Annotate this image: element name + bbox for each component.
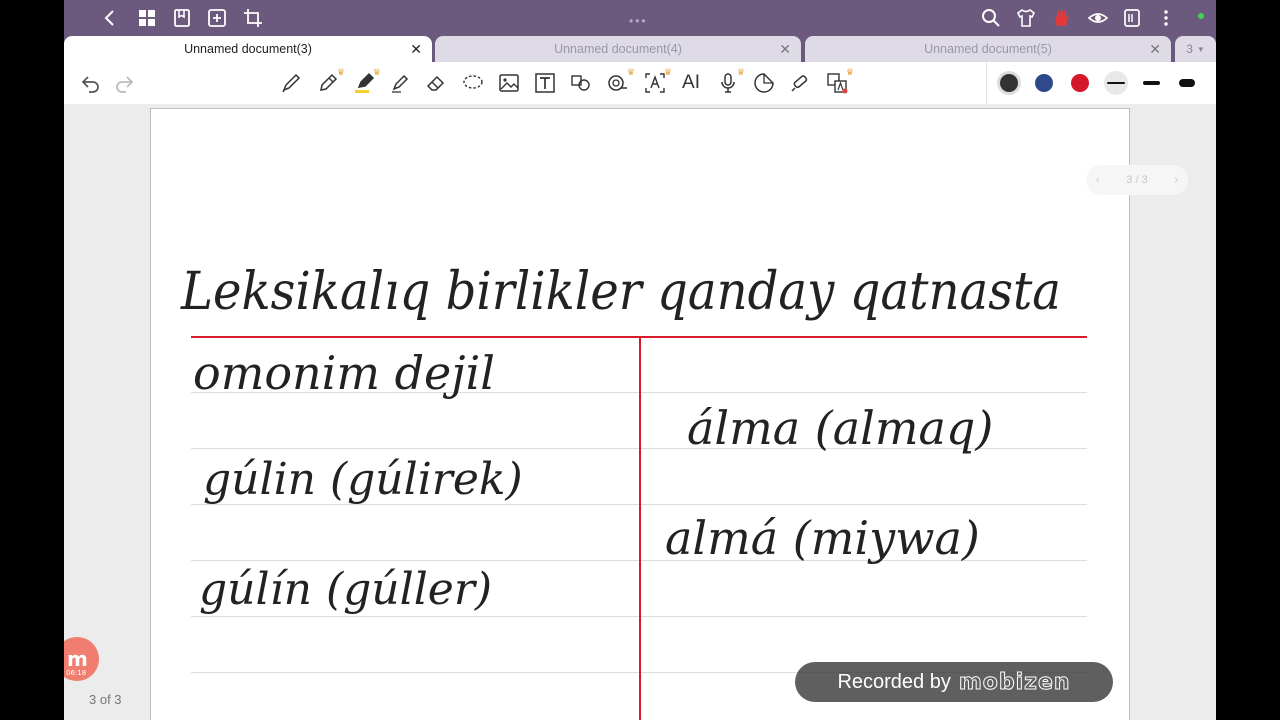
reader-icon[interactable] bbox=[1120, 6, 1144, 30]
eye-icon[interactable] bbox=[1086, 6, 1110, 30]
image-icon[interactable] bbox=[496, 71, 522, 95]
tab-document-3[interactable]: Unnamed document(3) ✕ bbox=[64, 36, 432, 62]
more-vertical-icon[interactable] bbox=[1154, 6, 1178, 30]
premium-crown-icon: ♛ bbox=[663, 67, 672, 77]
page-indicator: 3 / 3 bbox=[1126, 174, 1148, 186]
grid-icon[interactable] bbox=[135, 6, 159, 30]
microphone-icon[interactable]: ♛ bbox=[715, 67, 745, 95]
color-swatch-red[interactable] bbox=[1071, 74, 1089, 92]
marker-icon[interactable] bbox=[387, 71, 413, 95]
tab-label: Unnamed document(3) bbox=[184, 42, 312, 56]
handwritten-title: Leksikalıq birlikler qanday qatnasta bbox=[180, 262, 1061, 322]
stroke-size-thin[interactable] bbox=[1107, 82, 1125, 84]
color-swatch-dark[interactable] bbox=[1000, 74, 1018, 92]
toolbar-divider bbox=[986, 62, 987, 104]
premium-crown-icon: ♛ bbox=[736, 67, 745, 77]
canvas-area[interactable]: Leksikalıq birlikler qanday qatnasta omo… bbox=[64, 104, 1216, 720]
note-page[interactable]: Leksikalıq birlikler qanday qatnasta omo… bbox=[150, 108, 1130, 720]
premium-crown-icon: ♛ bbox=[336, 67, 345, 77]
add-page-icon[interactable] bbox=[205, 6, 229, 30]
tab-label: Unnamed document(4) bbox=[554, 42, 682, 56]
tab-document-5[interactable]: Unnamed document(5) ✕ bbox=[805, 36, 1171, 62]
handwriting-layer: Leksikalıq birlikler qanday qatnasta omo… bbox=[180, 262, 1061, 615]
close-icon[interactable]: ✕ bbox=[1149, 41, 1161, 58]
handwritten-right-1: álma (almaq) bbox=[687, 401, 993, 455]
sticker-icon[interactable] bbox=[751, 71, 777, 95]
recorder-brand-logo: mobizen bbox=[958, 669, 1071, 695]
handwritten-left-2: gúlin (gúlirek) bbox=[203, 454, 523, 505]
chevron-left-icon[interactable]: ‹ bbox=[1096, 174, 1100, 186]
recording-watermark: Recorded by mobizen bbox=[795, 662, 1113, 702]
redo-icon[interactable] bbox=[111, 71, 137, 95]
status-dot bbox=[1198, 13, 1204, 19]
pen-icon[interactable] bbox=[278, 71, 304, 95]
top-bar: ••• bbox=[64, 0, 1216, 36]
back-icon[interactable] bbox=[98, 6, 122, 30]
premium-crown-icon: ♛ bbox=[845, 67, 854, 77]
eraser-icon[interactable] bbox=[423, 71, 449, 95]
recorded-by-label: Recorded by bbox=[837, 670, 951, 693]
stroke-size-thick[interactable] bbox=[1179, 79, 1195, 87]
page-count: 3 of 3 bbox=[89, 692, 122, 707]
close-icon[interactable]: ✕ bbox=[779, 41, 791, 58]
recorder-timer: 06:18 bbox=[66, 669, 86, 677]
handwritten-left-3: gúlín (gúller) bbox=[199, 564, 492, 615]
pencil-icon[interactable]: ♛ bbox=[315, 67, 345, 95]
shirt-icon[interactable] bbox=[1014, 6, 1038, 30]
app-window: ••• Unnamed document(3) ✕ Unnamed docume… bbox=[64, 0, 1216, 720]
tab-bar: Unnamed document(3) ✕ Unnamed document(4… bbox=[64, 36, 1216, 62]
tab-overflow-count: 3 bbox=[1186, 42, 1193, 56]
tape-icon[interactable]: ♛ bbox=[605, 67, 635, 95]
undo-icon[interactable] bbox=[78, 71, 104, 95]
premium-crown-icon: ♛ bbox=[626, 67, 635, 77]
chevron-right-icon[interactable]: › bbox=[1174, 174, 1178, 186]
close-icon[interactable]: ✕ bbox=[410, 41, 422, 58]
svg-text:m: m bbox=[67, 647, 88, 671]
handwritten-left-1: omonim dejil bbox=[193, 346, 495, 400]
ocr-text-icon[interactable]: ♛ bbox=[642, 67, 672, 95]
crop-icon[interactable] bbox=[241, 6, 265, 30]
tab-label: Unnamed document(5) bbox=[924, 42, 1052, 56]
laser-pointer-icon[interactable] bbox=[787, 71, 813, 95]
chevron-down-icon: ▼ bbox=[1196, 44, 1205, 54]
translate-icon[interactable]: ♛ bbox=[824, 67, 854, 95]
highlighter-icon[interactable]: ♛ bbox=[351, 67, 381, 95]
tab-overflow-button[interactable]: 3 ▼ bbox=[1175, 36, 1216, 62]
page-pager[interactable]: ‹ 3 / 3 › bbox=[1086, 165, 1188, 195]
recorder-bubble-icon[interactable]: m 06:18 bbox=[64, 636, 100, 682]
drag-handle-icon[interactable]: ••• bbox=[629, 14, 648, 28]
hand-icon[interactable] bbox=[1050, 6, 1074, 30]
bookmark-icon[interactable] bbox=[170, 6, 194, 30]
shapes-icon[interactable] bbox=[568, 71, 594, 95]
tab-document-4[interactable]: Unnamed document(4) ✕ bbox=[435, 36, 801, 62]
color-swatch-blue[interactable] bbox=[1035, 74, 1053, 92]
premium-crown-icon: ♛ bbox=[372, 67, 381, 77]
stroke-size-medium[interactable] bbox=[1143, 81, 1160, 85]
ai-icon[interactable]: AI bbox=[678, 71, 704, 95]
lasso-icon[interactable] bbox=[460, 71, 486, 95]
tool-bar: ♛ ♛ ♛ ♛ AI ♛ ♛ bbox=[64, 62, 1216, 105]
handwritten-right-2: almá (miywa) bbox=[665, 511, 980, 565]
text-box-icon[interactable] bbox=[532, 71, 558, 95]
search-icon[interactable] bbox=[979, 6, 1003, 30]
